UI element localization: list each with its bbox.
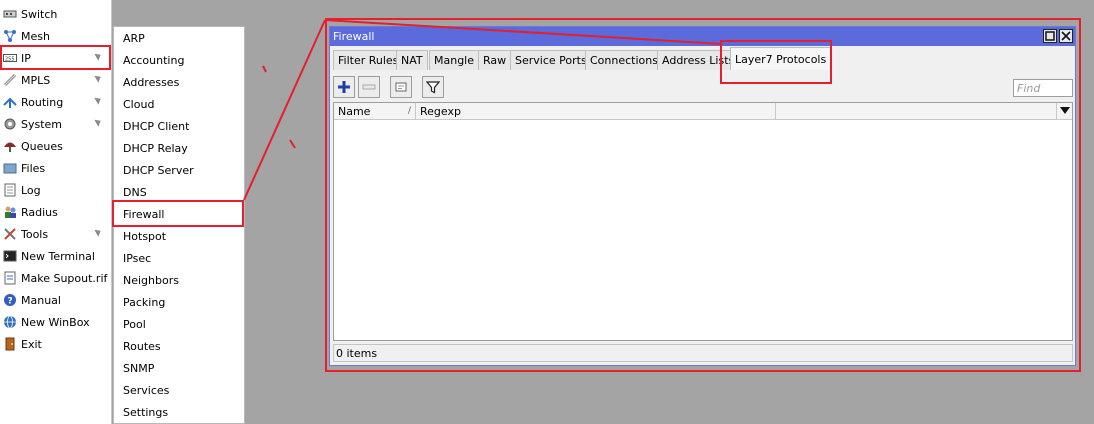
sort-icon: / <box>407 106 411 116</box>
ip-submenu: ARP Accounting Addresses Cloud DHCP Clie… <box>113 26 245 424</box>
queues-icon <box>3 139 17 153</box>
submenu-arrow-icon <box>94 95 103 105</box>
tab-filter-rules[interactable]: Filter Rules <box>333 50 404 70</box>
comment-icon <box>395 82 407 92</box>
tab-service-ports[interactable]: Service Ports <box>510 50 592 70</box>
submenu-arrow-icon <box>94 117 103 127</box>
column-menu-chevron-down-icon[interactable] <box>1060 107 1070 114</box>
sidebar-item-new-terminal[interactable]: New Terminal <box>0 245 112 267</box>
remove-button[interactable] <box>358 76 380 98</box>
users-icon <box>3 205 17 219</box>
log-icon <box>3 183 17 197</box>
tools-icon <box>3 227 17 241</box>
submenu-item-snmp[interactable]: SNMP <box>114 357 244 379</box>
submenu-item-pool[interactable]: Pool <box>114 313 244 335</box>
switch-icon <box>3 7 17 21</box>
submenu-item-addresses[interactable]: Addresses <box>114 71 244 93</box>
sidebar-item-exit[interactable]: Exit <box>0 333 112 355</box>
main-menu-sidebar: Switch Mesh 255 IP MPLS Routing System Q… <box>0 0 112 424</box>
help-icon: ? <box>3 293 17 307</box>
submenu-item-firewall[interactable]: Firewall <box>114 203 244 225</box>
tab-raw[interactable]: Raw <box>478 50 512 70</box>
tab-mangle[interactable]: Mangle <box>429 50 480 70</box>
plus-icon <box>338 81 350 93</box>
tab-connections[interactable]: Connections <box>585 50 663 70</box>
tab-address-lists[interactable]: Address Lists <box>657 50 740 70</box>
submenu-item-ipsec[interactable]: IPsec <box>114 247 244 269</box>
find-input[interactable] <box>1013 79 1073 97</box>
sidebar-item-mpls[interactable]: MPLS <box>0 69 112 91</box>
sidebar-item-manual[interactable]: ? Manual <box>0 289 112 311</box>
column-header-name[interactable]: Name / <box>334 103 416 119</box>
submenu-item-settings[interactable]: Settings <box>114 401 244 423</box>
submenu-item-packing[interactable]: Packing <box>114 291 244 313</box>
sidebar-item-queues[interactable]: Queues <box>0 135 112 157</box>
sidebar-item-radius[interactable]: Radius <box>0 201 112 223</box>
firewall-window: Firewall Filter Rules NAT Mangle Raw Ser… <box>329 26 1076 366</box>
svg-text:255: 255 <box>5 57 15 63</box>
close-icon <box>1061 31 1071 41</box>
column-header-regexp[interactable]: Regexp <box>416 103 776 119</box>
add-button[interactable] <box>333 76 355 98</box>
sidebar-item-files[interactable]: Files <box>0 157 112 179</box>
submenu-item-hotspot[interactable]: Hotspot <box>114 225 244 247</box>
globe-icon <box>3 315 17 329</box>
exit-icon <box>3 337 17 351</box>
submenu-item-neighbors[interactable]: Neighbors <box>114 269 244 291</box>
submenu-item-dhcp-client[interactable]: DHCP Client <box>114 115 244 137</box>
submenu-item-accounting[interactable]: Accounting <box>114 49 244 71</box>
submenu-item-arp[interactable]: ARP <box>114 27 244 49</box>
filter-icon <box>426 81 440 94</box>
submenu-item-cloud[interactable]: Cloud <box>114 93 244 115</box>
filter-button[interactable] <box>422 76 444 98</box>
routing-icon <box>3 95 17 109</box>
submenu-arrow-icon <box>94 51 103 61</box>
submenu-item-services[interactable]: Services <box>114 379 244 401</box>
status-bar: 0 items <box>333 344 1073 362</box>
sidebar-item-log[interactable]: Log <box>0 179 112 201</box>
mpls-icon <box>3 73 17 87</box>
comment-button[interactable] <box>390 76 412 98</box>
submenu-item-dhcp-server[interactable]: DHCP Server <box>114 159 244 181</box>
gear-icon <box>3 117 17 131</box>
terminal-icon <box>3 249 17 263</box>
minus-icon <box>362 84 376 90</box>
table-header: Name / Regexp <box>334 103 1072 120</box>
sidebar-item-tools[interactable]: Tools <box>0 223 112 245</box>
sidebar-item-routing[interactable]: Routing <box>0 91 112 113</box>
document-icon <box>3 271 17 285</box>
mesh-icon <box>3 29 17 43</box>
window-title-bar[interactable]: Firewall <box>330 27 1075 46</box>
submenu-item-dhcp-relay[interactable]: DHCP Relay <box>114 137 244 159</box>
svg-text:?: ? <box>8 297 13 307</box>
sidebar-item-system[interactable]: System <box>0 113 112 135</box>
submenu-arrow-icon <box>94 73 103 83</box>
submenu-item-dns[interactable]: DNS <box>114 181 244 203</box>
submenu-item-routes[interactable]: Routes <box>114 335 244 357</box>
item-count: 0 items <box>336 346 378 360</box>
close-button[interactable] <box>1059 29 1073 43</box>
sidebar-item-switch[interactable]: Switch <box>0 3 112 25</box>
window-title: Firewall <box>333 30 375 43</box>
maximize-icon <box>1045 31 1055 41</box>
ip-icon: 255 <box>3 51 17 65</box>
sidebar-item-ip[interactable]: 255 IP <box>0 47 112 69</box>
layer7-protocols-table: Name / Regexp <box>333 102 1073 341</box>
column-header-empty <box>776 103 1057 119</box>
sidebar-item-new-winbox[interactable]: New WinBox <box>0 311 112 333</box>
folder-icon <box>3 161 17 175</box>
tab-nat[interactable]: NAT <box>396 50 428 70</box>
tab-layer7-protocols[interactable]: Layer7 Protocols <box>730 47 832 70</box>
sidebar-item-mesh[interactable]: Mesh <box>0 25 112 47</box>
maximize-button[interactable] <box>1043 29 1057 43</box>
sidebar-item-make-supout[interactable]: Make Supout.rif <box>0 267 112 289</box>
submenu-arrow-icon <box>94 227 103 237</box>
